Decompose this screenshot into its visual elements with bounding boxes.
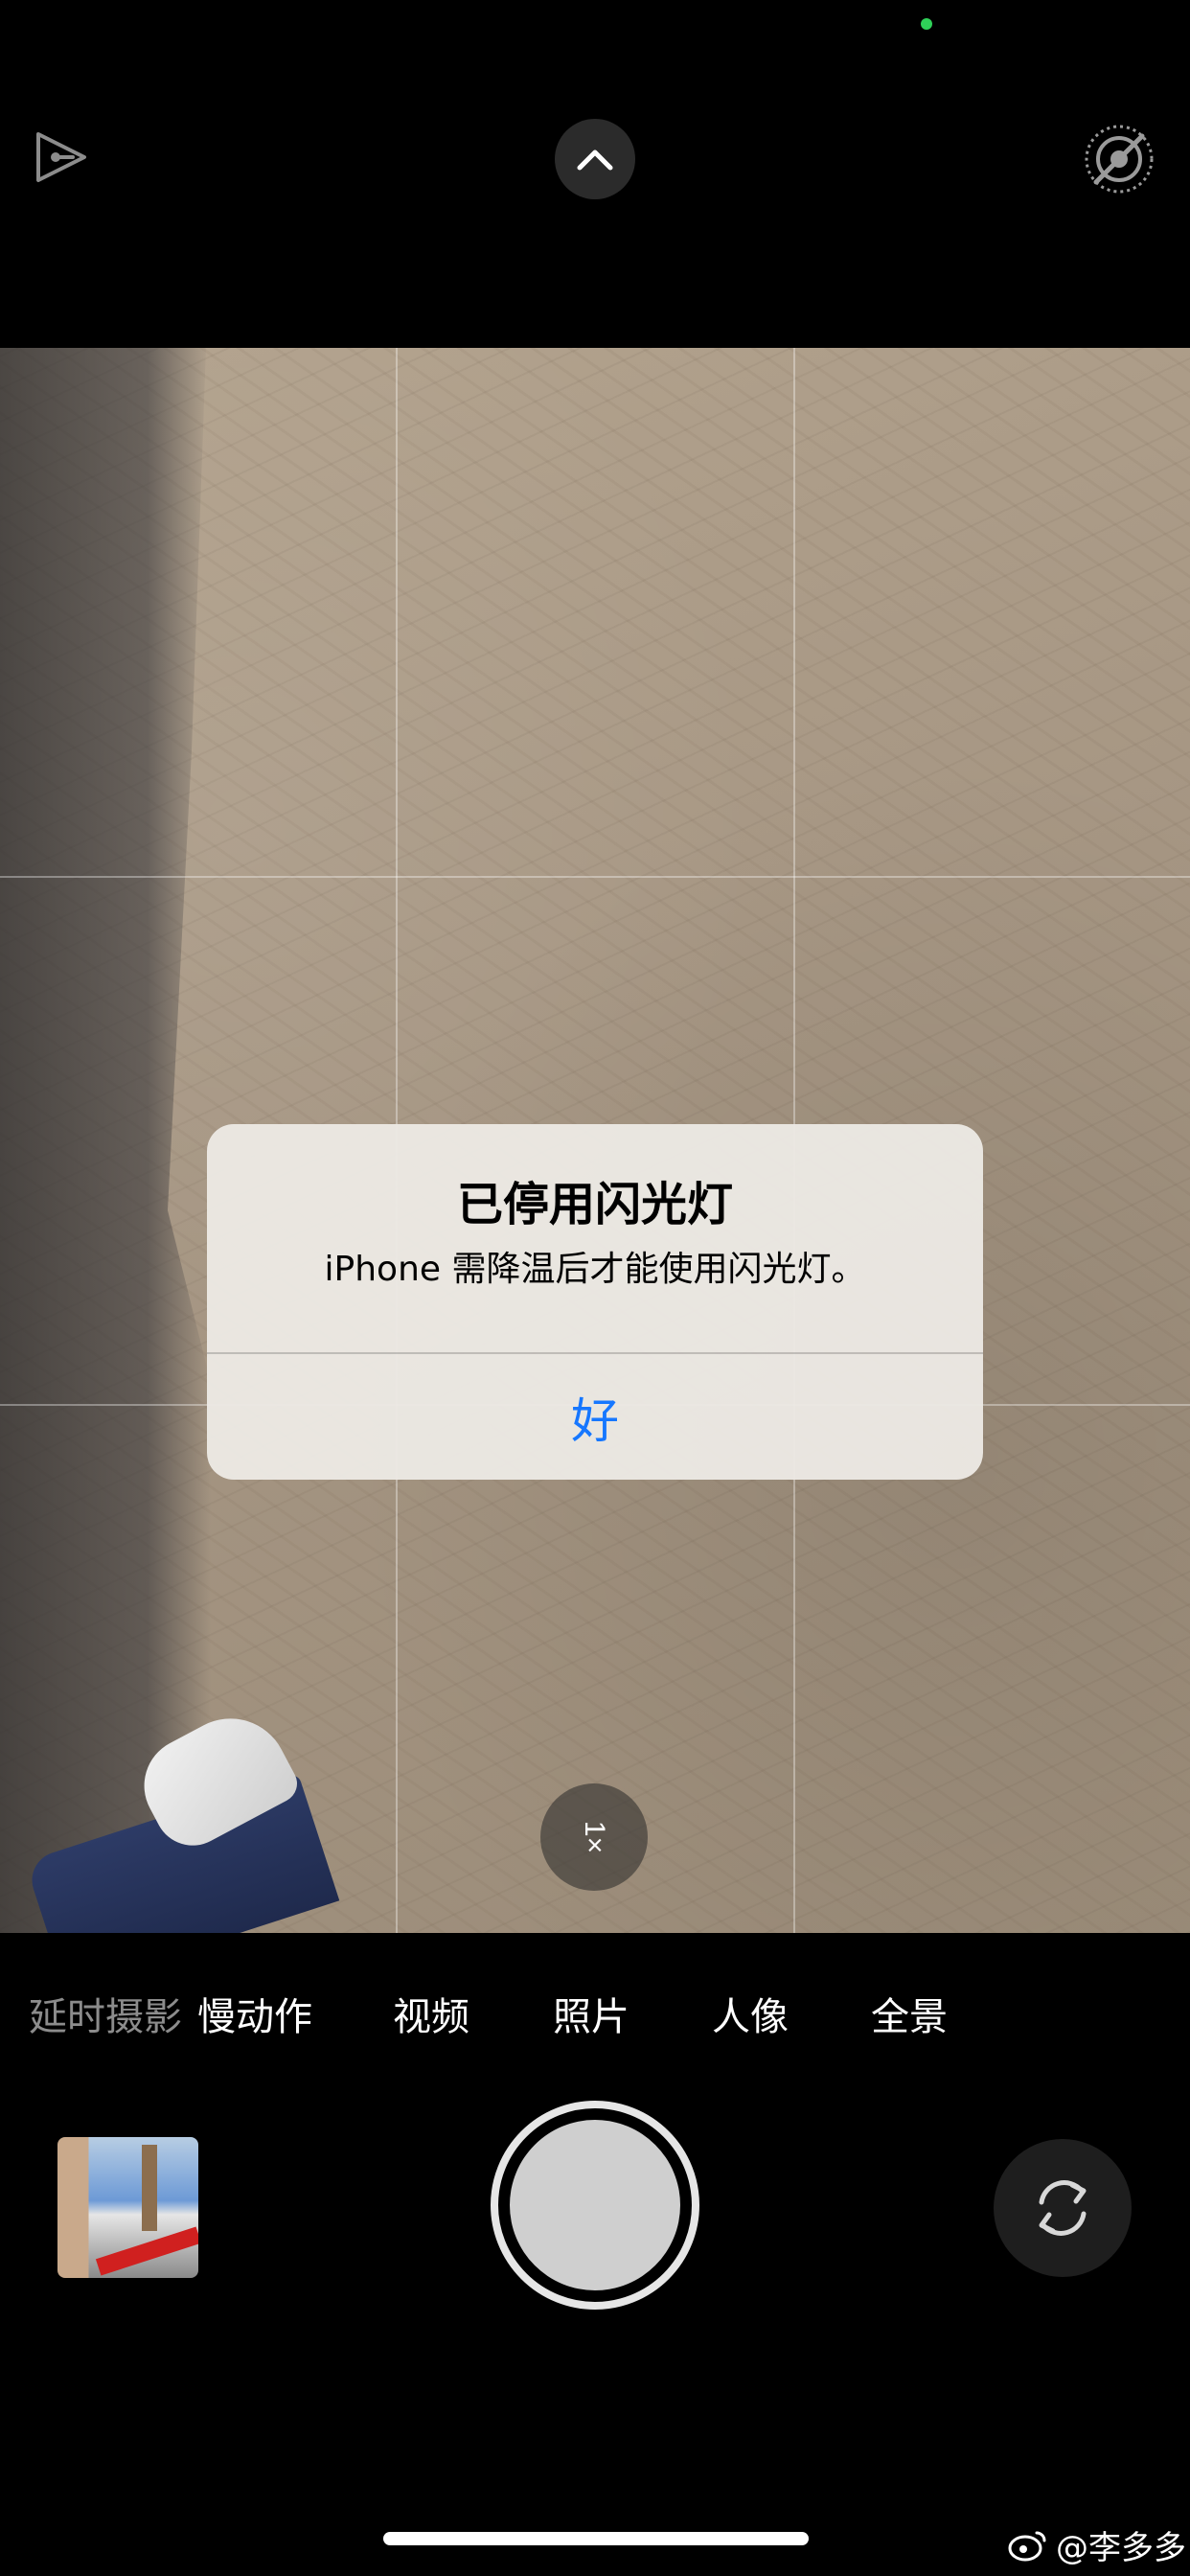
watermark: @李多多 xyxy=(1008,2520,1186,2568)
mode-time-lapse[interactable]: 延时摄影 xyxy=(29,1984,182,2051)
thumbnail-detail xyxy=(95,2226,198,2276)
flip-camera-button[interactable] xyxy=(994,2139,1132,2277)
mode-slo-mo[interactable]: 慢动作 xyxy=(197,1984,312,2051)
shutter-button[interactable] xyxy=(491,2101,699,2310)
zoom-button[interactable]: 1× xyxy=(540,1783,648,1891)
chevron-up-icon xyxy=(577,150,613,171)
live-photo-off-icon[interactable] xyxy=(1083,123,1156,196)
camera-mode-selector[interactable]: 延时摄影 慢动作 视频 照片 人像 全景 xyxy=(0,1984,1190,2051)
mode-pano[interactable]: 全景 xyxy=(871,1984,948,2051)
alert-ok-button[interactable]: 好 xyxy=(207,1354,983,1480)
flash-off-icon[interactable] xyxy=(34,130,88,184)
thumbnail-detail xyxy=(142,2145,157,2231)
home-indicator[interactable] xyxy=(383,2532,809,2545)
mode-portrait[interactable]: 人像 xyxy=(712,1984,789,2051)
expand-controls-button[interactable] xyxy=(555,119,635,199)
flash-disabled-alert: 已停用闪光灯 iPhone 需降温后才能使用闪光灯。 好 xyxy=(207,1124,983,1480)
last-photo-thumbnail[interactable] xyxy=(57,2137,198,2278)
zoom-label: 1× xyxy=(579,1820,610,1854)
alert-title: 已停用闪光灯 xyxy=(456,1178,733,1231)
watermark-text: @李多多 xyxy=(1056,2528,1186,2567)
viewfinder-shadow xyxy=(0,348,211,1933)
grid-line xyxy=(0,876,1190,878)
mode-video[interactable]: 视频 xyxy=(393,1984,469,2051)
camera-active-indicator xyxy=(921,18,932,30)
alert-message: iPhone 需降温后才能使用闪光灯。 xyxy=(324,1250,866,1289)
flip-camera-icon xyxy=(1039,2180,1087,2236)
weibo-icon xyxy=(1008,2531,1046,2562)
mode-photo[interactable]: 照片 xyxy=(553,1984,629,2051)
shutter-button-inner xyxy=(510,2120,680,2290)
